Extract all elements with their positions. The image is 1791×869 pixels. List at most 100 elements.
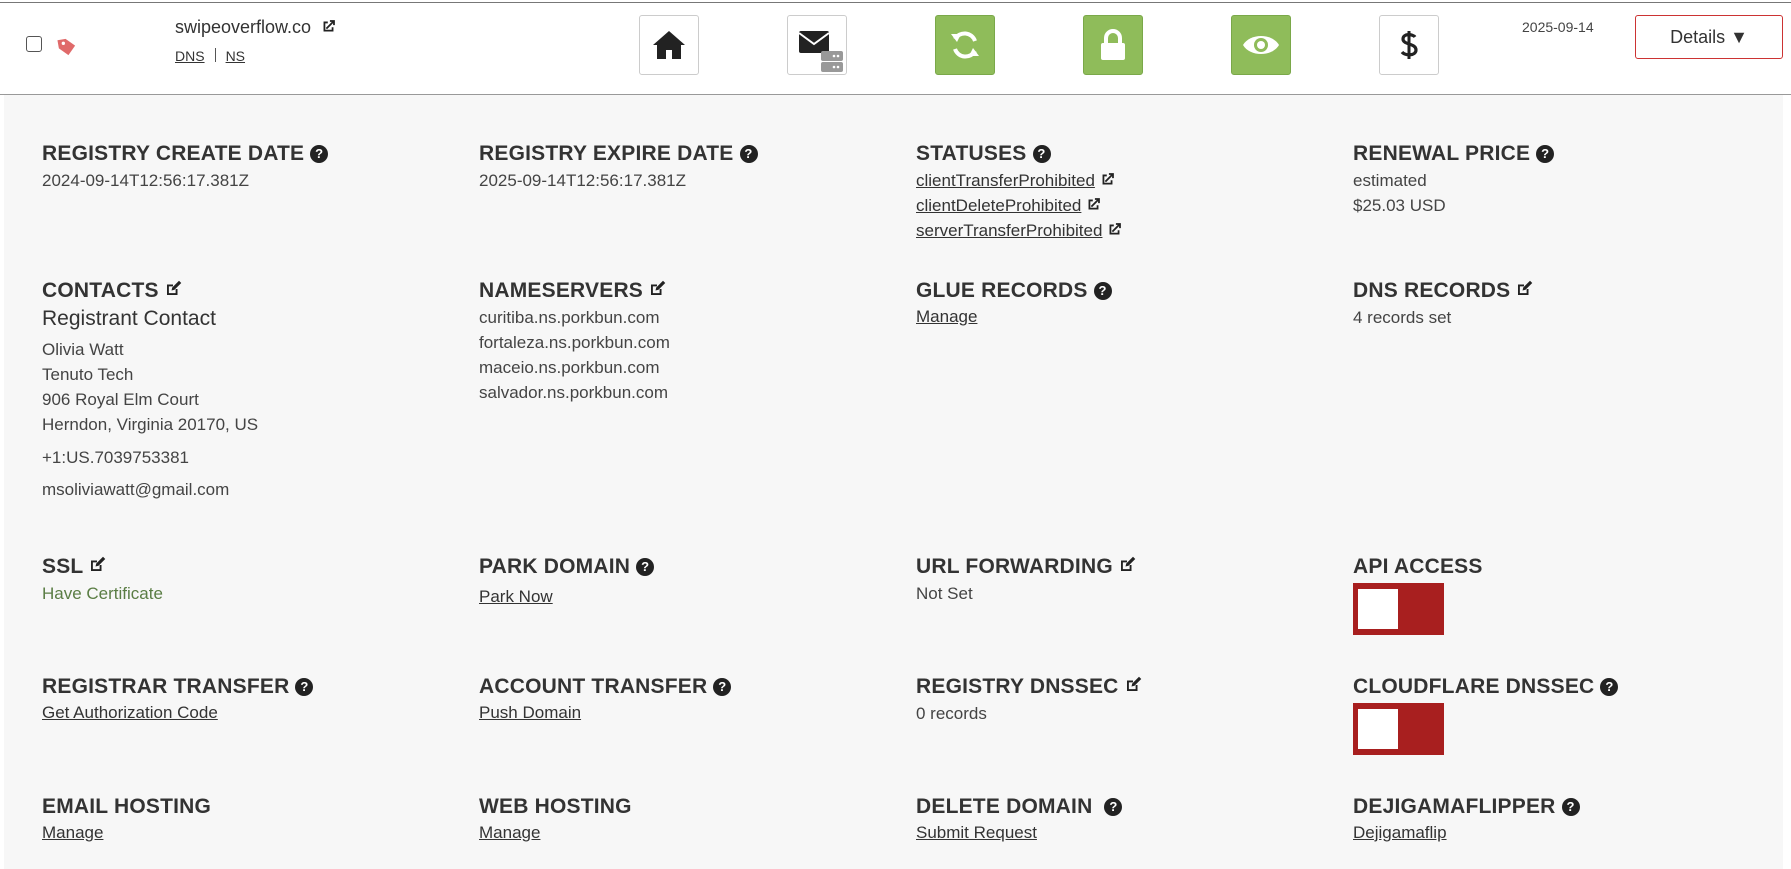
toggle-knob [1358,589,1398,629]
contact-phone: +1:US.7039753381 [42,448,189,467]
help-icon[interactable]: ? [310,145,329,163]
registrar-transfer-title: REGISTRAR TRANSFER [42,675,290,698]
nameservers: NAMESERVERS curitiba.ns.porkbun.com fort… [479,279,899,405]
email-server-button[interactable] [787,15,847,75]
email-hosting-title: EMAIL HOSTING [42,795,212,818]
details-button[interactable]: Details ▼ [1635,15,1783,59]
domain-row: swipeoverflow.co DNS NS 2025-09-14 Detai… [0,3,1791,93]
help-icon[interactable]: ? [1032,145,1051,163]
park-domain: PARK DOMAIN? Park Now [479,555,899,607]
help-icon[interactable]: ? [636,558,655,576]
dns-records-title: DNS RECORDS [1353,279,1511,302]
edit-icon[interactable] [1118,556,1136,574]
auto-renew-button[interactable] [935,15,995,75]
edit-icon[interactable] [88,556,106,574]
push-domain-link[interactable]: Push Domain [479,703,581,723]
dejigamaflip-link[interactable]: Dejigamaflip [1353,823,1447,843]
registry-dnssec-title: REGISTRY DNSSEC [916,675,1119,698]
pricing-button[interactable] [1379,15,1439,75]
dns-records-value: 4 records set [1353,308,1452,327]
edit-icon[interactable] [1515,280,1533,298]
domain-name-text[interactable]: swipeoverflow.co [175,17,311,37]
ssl-value: Have Certificate [42,584,163,603]
cloudflare-dnssec-toggle[interactable] [1353,703,1444,755]
renewal-amount: $25.03 USD [1353,196,1446,215]
park-title: PARK DOMAIN [479,555,631,578]
registrant-contact-label: Registrant Contact [42,307,216,330]
edit-icon[interactable] [164,280,182,298]
dns-records: DNS RECORDS 4 records set [1353,279,1773,330]
domain-details-panel: REGISTRY CREATE DATE? 2024-09-14T12:56:1… [4,95,1783,869]
contact-email: msoliviawatt@gmail.com [42,480,230,499]
edit-icon[interactable] [1124,676,1142,694]
help-icon[interactable]: ? [295,678,314,696]
ssl-title: SSL [42,555,84,578]
ns-link[interactable]: NS [226,48,245,64]
nameserver-item: salvador.ns.porkbun.com [479,383,668,402]
email-hosting: EMAIL HOSTING Manage [42,795,462,843]
registry-dnssec-value: 0 records [916,704,987,723]
privacy-button[interactable] [1231,15,1291,75]
contact-street: 906 Royal Elm Court [42,390,199,409]
toggle-knob [1358,709,1398,749]
email-hosting-manage-link[interactable]: Manage [42,823,103,843]
help-icon[interactable]: ? [1600,678,1619,696]
api-access-toggle[interactable] [1353,583,1444,635]
nameserver-item: fortaleza.ns.porkbun.com [479,333,670,352]
delete-domain: DELETE DOMAIN? Submit Request [916,795,1336,843]
help-icon[interactable]: ? [1104,798,1123,816]
url-forwarding: URL FORWARDING Not Set [916,555,1336,606]
help-icon[interactable]: ? [1093,282,1112,300]
status-link[interactable]: serverTransferProhibited [916,218,1336,243]
external-link-icon[interactable] [320,18,337,35]
status-text[interactable]: serverTransferProhibited [916,221,1102,240]
nameservers-title: NAMESERVERS [479,279,644,302]
edit-icon[interactable] [648,280,666,298]
cloudflare-dnssec: CLOUDFLARE DNSSEC? [1353,675,1773,755]
dns-link[interactable]: DNS [175,48,205,64]
registry-expire-date: REGISTRY EXPIRE DATE? 2025-09-14T12:56:1… [479,142,899,193]
help-icon[interactable]: ? [1536,145,1555,163]
lock-button[interactable] [1083,15,1143,75]
home-button[interactable] [639,15,699,75]
registry-dnssec: REGISTRY DNSSEC 0 records [916,675,1336,726]
status-text[interactable]: clientTransferProhibited [916,171,1095,190]
nameserver-item: curitiba.ns.porkbun.com [479,308,660,327]
external-link-icon[interactable] [1106,221,1123,238]
contacts: CONTACTS Registrant Contact Olivia Watt … [42,279,462,502]
account-transfer-title: ACCOUNT TRANSFER [479,675,708,698]
dejigamaflipper: DEJIGAMAFLIPPER? Dejigamaflip [1353,795,1773,843]
external-link-icon[interactable] [1085,196,1102,213]
help-icon[interactable]: ? [713,678,732,696]
get-auth-code-link[interactable]: Get Authorization Code [42,703,218,723]
ssl: SSL Have Certificate [42,555,462,606]
select-domain-checkbox[interactable] [26,36,42,52]
status-link[interactable]: clientTransferProhibited [916,168,1336,193]
contact-name: Olivia Watt [42,340,124,359]
registry-create-title: REGISTRY CREATE DATE [42,142,305,165]
help-icon[interactable]: ? [739,145,758,163]
renewal-estimated: estimated [1353,171,1427,190]
renewal-title: RENEWAL PRICE [1353,142,1531,165]
help-icon[interactable]: ? [1561,798,1580,816]
web-hosting-manage-link[interactable]: Manage [479,823,540,843]
contacts-title: CONTACTS [42,279,159,302]
api-access: API ACCESS [1353,555,1773,635]
status-link[interactable]: clientDeleteProhibited [916,193,1336,218]
status-text[interactable]: clientDeleteProhibited [916,196,1081,215]
glue-title: GLUE RECORDS [916,279,1088,302]
sync-icon [951,31,979,59]
contact-org: Tenuto Tech [42,365,134,384]
registry-create-date: REGISTRY CREATE DATE? 2024-09-14T12:56:1… [42,142,462,193]
external-link-icon[interactable] [1099,171,1116,188]
lock-icon [1101,29,1125,60]
statuses: STATUSES? clientTransferProhibited clien… [916,142,1336,243]
domain-name[interactable]: swipeoverflow.co [175,17,337,38]
submit-request-link[interactable]: Submit Request [916,823,1037,843]
tag-icon[interactable] [56,36,78,58]
api-access-title: API ACCESS [1353,555,1483,578]
glue-manage-link[interactable]: Manage [916,307,977,327]
web-hosting: WEB HOSTING Manage [479,795,899,843]
cloudflare-dnssec-title: CLOUDFLARE DNSSEC [1353,675,1595,698]
park-now-link[interactable]: Park Now [479,587,553,607]
